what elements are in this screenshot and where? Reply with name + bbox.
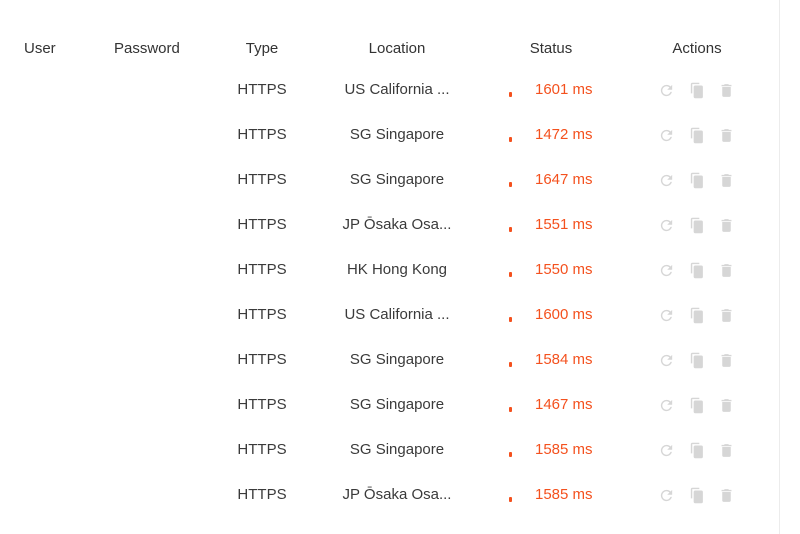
location-cell: SG Singapore [349, 126, 445, 143]
row-actions [658, 126, 735, 144]
trash-icon[interactable] [718, 397, 735, 414]
type-cell: HTTPS [237, 351, 287, 368]
status-latency: 1585 ms [535, 441, 593, 458]
copy-icon[interactable] [688, 307, 705, 324]
proxy-table: User Password Type Location Status Actio… [0, 0, 780, 534]
header-password: Password [114, 40, 180, 57]
row-actions [658, 306, 735, 324]
status-latency: 1472 ms [535, 126, 593, 143]
location-cell: US California ... [344, 306, 450, 323]
table-header: User Password Type Location Status Actio… [0, 26, 779, 71]
status-latency: 1584 ms [535, 351, 593, 368]
table-row: HTTPS JP Ōsaka Osa... 1551 ms [0, 202, 779, 247]
table-row: HTTPS SG Singapore 1472 ms [0, 112, 779, 157]
row-actions [658, 441, 735, 459]
copy-icon[interactable] [688, 127, 705, 144]
copy-icon[interactable] [688, 397, 705, 414]
trash-icon[interactable] [718, 127, 735, 144]
status-indicator [509, 452, 512, 457]
row-actions [658, 261, 735, 279]
row-actions [658, 81, 735, 99]
location-cell: SG Singapore [349, 171, 445, 188]
row-actions [658, 396, 735, 414]
status-indicator [509, 227, 512, 232]
copy-icon[interactable] [688, 82, 705, 99]
location-cell: SG Singapore [349, 396, 445, 413]
status-latency: 1550 ms [535, 261, 593, 278]
status-indicator [509, 137, 512, 142]
row-actions [658, 486, 735, 504]
trash-icon[interactable] [718, 487, 735, 504]
refresh-icon[interactable] [658, 262, 675, 279]
status-latency: 1551 ms [535, 216, 593, 233]
type-cell: HTTPS [237, 441, 287, 458]
type-cell: HTTPS [237, 81, 287, 98]
location-cell: SG Singapore [349, 441, 445, 458]
status-latency: 1467 ms [535, 396, 593, 413]
table-row: HTTPS HK Hong Kong 1550 ms [0, 247, 779, 292]
status-latency: 1600 ms [535, 306, 593, 323]
status-latency: 1647 ms [535, 171, 593, 188]
copy-icon[interactable] [688, 217, 705, 234]
refresh-icon[interactable] [658, 352, 675, 369]
table-row: HTTPS JP Ōsaka Osa... 1585 ms [0, 472, 779, 517]
location-cell: JP Ōsaka Osa... [342, 486, 452, 503]
location-cell: JP Ōsaka Osa... [342, 216, 452, 233]
table-row: HTTPS US California ... 1600 ms [0, 292, 779, 337]
row-actions [658, 216, 735, 234]
trash-icon[interactable] [718, 262, 735, 279]
refresh-icon[interactable] [658, 307, 675, 324]
table-row: HTTPS SG Singapore 1467 ms [0, 382, 779, 427]
refresh-icon[interactable] [658, 397, 675, 414]
status-indicator [509, 362, 512, 367]
status-indicator [509, 92, 512, 97]
copy-icon[interactable] [688, 262, 705, 279]
status-latency: 1601 ms [535, 81, 593, 98]
copy-icon[interactable] [688, 172, 705, 189]
trash-icon[interactable] [718, 217, 735, 234]
table-row: HTTPS SG Singapore 1584 ms [0, 337, 779, 382]
header-location: Location [368, 40, 426, 57]
row-actions [658, 351, 735, 369]
trash-icon[interactable] [718, 172, 735, 189]
copy-icon[interactable] [688, 487, 705, 504]
trash-icon[interactable] [718, 307, 735, 324]
row-actions [658, 171, 735, 189]
type-cell: HTTPS [237, 486, 287, 503]
type-cell: HTTPS [237, 216, 287, 233]
refresh-icon[interactable] [658, 487, 675, 504]
status-indicator [509, 272, 512, 277]
refresh-icon[interactable] [658, 127, 675, 144]
location-cell: US California ... [344, 81, 450, 98]
type-cell: HTTPS [237, 171, 287, 188]
table-row: HTTPS SG Singapore 1647 ms [0, 157, 779, 202]
status-indicator [509, 182, 512, 187]
header-type: Type [245, 40, 279, 57]
header-user: User [24, 40, 56, 57]
trash-icon[interactable] [718, 82, 735, 99]
refresh-icon[interactable] [658, 217, 675, 234]
type-cell: HTTPS [237, 261, 287, 278]
type-cell: HTTPS [237, 126, 287, 143]
status-indicator [509, 497, 512, 502]
header-actions: Actions [672, 40, 722, 57]
refresh-icon[interactable] [658, 442, 675, 459]
table-row: HTTPS US California ... 1601 ms [0, 67, 779, 112]
trash-icon[interactable] [718, 442, 735, 459]
location-cell: HK Hong Kong [346, 261, 448, 278]
trash-icon[interactable] [718, 352, 735, 369]
table-row: HTTPS SG Singapore 1585 ms [0, 427, 779, 472]
status-latency: 1585 ms [535, 486, 593, 503]
status-indicator [509, 407, 512, 412]
status-indicator [509, 317, 512, 322]
copy-icon[interactable] [688, 442, 705, 459]
copy-icon[interactable] [688, 352, 705, 369]
type-cell: HTTPS [237, 396, 287, 413]
location-cell: SG Singapore [349, 351, 445, 368]
type-cell: HTTPS [237, 306, 287, 323]
header-status: Status [529, 40, 573, 57]
refresh-icon[interactable] [658, 82, 675, 99]
refresh-icon[interactable] [658, 172, 675, 189]
